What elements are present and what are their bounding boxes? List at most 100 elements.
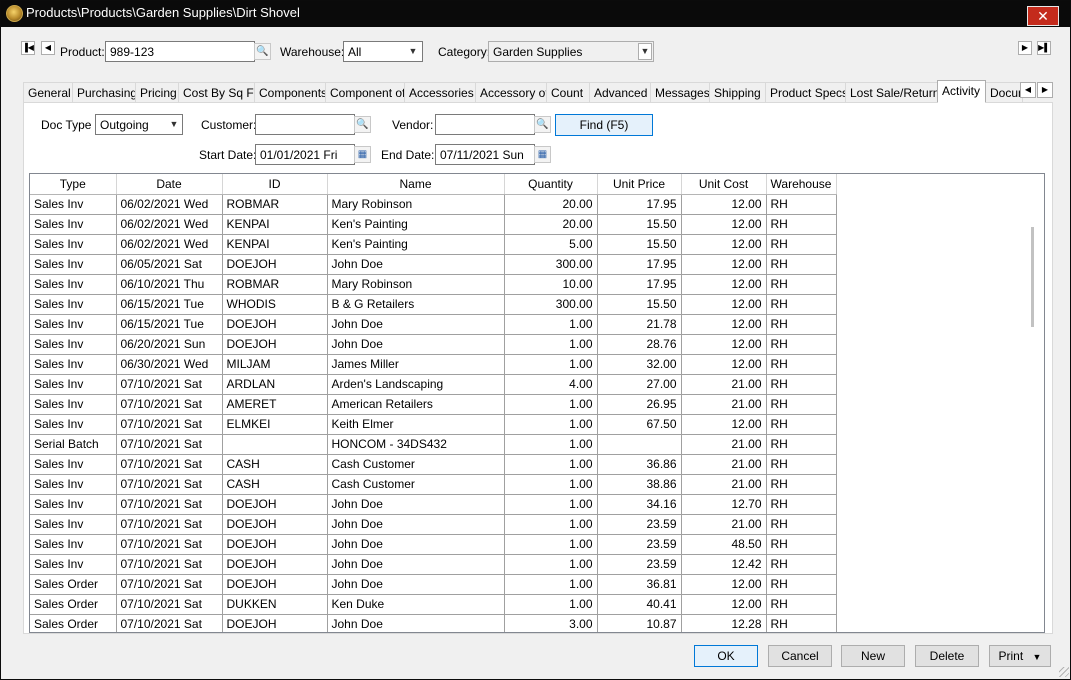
table-row[interactable]: Sales Inv 06/30/2021 Wed MILJAM James Mille… bbox=[30, 354, 837, 375]
find-button[interactable]: Find (F5) bbox=[555, 114, 653, 136]
table-row[interactable]: Sales Order 07/10/2021 Sat DOEJOH John Doe 3… bbox=[30, 614, 837, 632]
column-header-unit-price[interactable]: Unit Price bbox=[597, 174, 682, 195]
cell-unit-cost: 12.00 bbox=[681, 414, 767, 435]
table-row[interactable]: Sales Inv 07/10/2021 Sat DOEJOH John Doe 1.0… bbox=[30, 514, 837, 535]
tab-components[interactable]: Components bbox=[254, 82, 326, 103]
tab-messages[interactable]: Messages bbox=[650, 82, 710, 103]
table-row[interactable]: Sales Inv 07/10/2021 Sat AMERET American Re… bbox=[30, 394, 837, 415]
table-row[interactable]: Sales Inv 07/10/2021 Sat DOEJOH John Doe 1.0… bbox=[30, 494, 837, 515]
table-row[interactable]: Sales Inv 06/02/2021 Wed KENPAI Ken's Paint… bbox=[30, 214, 837, 235]
print-button[interactable]: Print ▼ bbox=[989, 645, 1051, 667]
tab-lost-sale-return[interactable]: Lost Sale/Return bbox=[845, 82, 940, 103]
tab-count[interactable]: Count bbox=[546, 82, 590, 103]
table-row[interactable]: Sales Inv 06/15/2021 Tue DOEJOH John Doe 1.0… bbox=[30, 314, 837, 335]
cell-unit-price: 32.00 bbox=[597, 354, 682, 375]
cell-id: DOEJOH bbox=[222, 254, 328, 275]
tab-documents[interactable]: Docum bbox=[985, 82, 1023, 103]
tab-accessories[interactable]: Accessories bbox=[404, 82, 476, 103]
product-input[interactable]: 989-123 bbox=[105, 41, 255, 62]
cell-id: CASH bbox=[222, 454, 328, 475]
first-record-icon[interactable]: ▐◀ bbox=[21, 41, 35, 55]
tab-advanced[interactable]: Advanced bbox=[589, 82, 651, 103]
product-search-icon[interactable]: 🔍 bbox=[254, 43, 271, 60]
column-header-date[interactable]: Date bbox=[116, 174, 223, 195]
cancel-button[interactable]: Cancel bbox=[768, 645, 832, 667]
cell-date: 06/15/2021 Tue bbox=[116, 314, 223, 335]
column-header-type[interactable]: Type bbox=[30, 174, 117, 195]
vendor-search-icon[interactable]: 🔍 bbox=[534, 116, 551, 133]
tab-cost-by-sq-ft[interactable]: Cost By Sq Ft bbox=[178, 82, 255, 103]
cell-unit-price: 38.86 bbox=[597, 474, 682, 495]
table-row[interactable]: Sales Inv 06/02/2021 Wed KENPAI Ken's Paint… bbox=[30, 234, 837, 255]
table-row[interactable]: Sales Inv 07/10/2021 Sat ELMKEI Keith Elmer… bbox=[30, 414, 837, 435]
previous-record-icon[interactable]: ◀ bbox=[41, 41, 55, 55]
close-button[interactable]: ✕ bbox=[1027, 6, 1059, 26]
table-row[interactable]: Sales Inv 07/10/2021 Sat CASH Cash Customer… bbox=[30, 474, 837, 495]
customer-search-icon[interactable]: 🔍 bbox=[354, 116, 371, 133]
table-row[interactable]: Sales Inv 06/10/2021 Thu ROBMAR Mary Robins… bbox=[30, 274, 837, 295]
cell-unit-price: 34.16 bbox=[597, 494, 682, 515]
cell-date: 06/30/2021 Wed bbox=[116, 354, 223, 375]
table-row[interactable]: Sales Inv 07/10/2021 Sat CASH Cash Customer… bbox=[30, 454, 837, 475]
tab-purchasing[interactable]: Purchasing bbox=[72, 82, 136, 103]
tab-general[interactable]: General bbox=[23, 82, 73, 103]
vendor-input[interactable] bbox=[435, 114, 535, 135]
table-row[interactable]: Sales Inv 06/20/2021 Sun DOEJOH John Doe 1.0… bbox=[30, 334, 837, 355]
ok-button[interactable]: OK bbox=[694, 645, 758, 667]
table-row[interactable]: Serial Batch 07/10/2021 Sat HONCOM - 34DS4… bbox=[30, 434, 837, 455]
table-row[interactable]: Sales Inv 06/15/2021 Tue WHODIS B & G Retai… bbox=[30, 294, 837, 315]
column-header-warehouse[interactable]: Warehouse bbox=[766, 174, 837, 195]
scrollbar-thumb[interactable] bbox=[1031, 227, 1034, 327]
new-button[interactable]: New bbox=[841, 645, 905, 667]
table-row[interactable]: Sales Order 07/10/2021 Sat DOEJOH John Doe 1… bbox=[30, 574, 837, 595]
customer-input[interactable] bbox=[255, 114, 355, 135]
warehouse-label: Warehouse: bbox=[280, 45, 345, 59]
tab-scroll-right-icon[interactable]: ▶ bbox=[1037, 82, 1053, 98]
cell-warehouse: RH bbox=[766, 334, 837, 355]
activity-grid[interactable]: Type Date ID Name Quantity Unit Price Un… bbox=[29, 173, 1045, 633]
cell-unit-price: 17.95 bbox=[597, 274, 682, 295]
start-date-calendar-icon[interactable]: ▦ bbox=[354, 146, 371, 163]
tab-activity[interactable]: Activity bbox=[937, 80, 986, 103]
cell-unit-cost: 12.00 bbox=[681, 194, 767, 215]
tab-shipping[interactable]: Shipping bbox=[709, 82, 766, 103]
category-select[interactable]: Garden Supplies bbox=[488, 41, 654, 62]
resize-grip-icon[interactable] bbox=[1059, 667, 1069, 677]
end-date-calendar-icon[interactable]: ▦ bbox=[534, 146, 551, 163]
app-logo-icon bbox=[6, 5, 23, 22]
column-header-id[interactable]: ID bbox=[222, 174, 328, 195]
column-header-unit-cost[interactable]: Unit Cost bbox=[681, 174, 767, 195]
table-row[interactable]: Sales Inv 07/10/2021 Sat DOEJOH John Doe 1.0… bbox=[30, 554, 837, 575]
cell-unit-price: 67.50 bbox=[597, 414, 682, 435]
next-record-icon[interactable]: ▶ bbox=[1018, 41, 1032, 55]
column-header-quantity[interactable]: Quantity bbox=[504, 174, 598, 195]
table-row[interactable]: Sales Inv 06/02/2021 Wed ROBMAR Mary Robins… bbox=[30, 194, 837, 215]
delete-button[interactable]: Delete bbox=[915, 645, 979, 667]
column-header-name[interactable]: Name bbox=[327, 174, 505, 195]
start-date-input[interactable]: 01/01/2021 Fri bbox=[255, 144, 355, 165]
doc-type-chevron-down-icon[interactable]: ▼ bbox=[167, 115, 181, 134]
tab-scroll-left-icon[interactable]: ◀ bbox=[1020, 82, 1036, 98]
grid-vertical-scrollbar[interactable] bbox=[1023, 175, 1041, 631]
table-row[interactable]: Sales Inv 07/10/2021 Sat ARDLAN Arden's Lan… bbox=[30, 374, 837, 395]
cell-warehouse: RH bbox=[766, 234, 837, 255]
table-row[interactable]: Sales Inv 06/05/2021 Sat DOEJOH John Doe 300… bbox=[30, 254, 837, 275]
tab-pricing[interactable]: Pricing bbox=[135, 82, 179, 103]
tab-product-specs[interactable]: Product Specs bbox=[765, 82, 846, 103]
cell-warehouse: RH bbox=[766, 514, 837, 535]
warehouse-chevron-down-icon[interactable]: ▼ bbox=[406, 42, 420, 61]
cell-warehouse: RH bbox=[766, 274, 837, 295]
title-bar[interactable]: Products\Products\Garden Supplies\Dirt S… bbox=[1, 1, 1070, 27]
table-row[interactable]: Sales Inv 07/10/2021 Sat DOEJOH John Doe 1.0… bbox=[30, 534, 837, 555]
cell-unit-price: 10.87 bbox=[597, 614, 682, 632]
cell-id: DOEJOH bbox=[222, 334, 328, 355]
end-date-input[interactable]: 07/11/2021 Sun bbox=[435, 144, 535, 165]
print-dropdown-icon[interactable]: ▼ bbox=[1033, 652, 1042, 662]
cell-quantity: 1.00 bbox=[504, 414, 598, 435]
table-row[interactable]: Sales Order 07/10/2021 Sat DUKKEN Ken Duke 1… bbox=[30, 594, 837, 615]
category-chevron-down-icon[interactable]: ▼ bbox=[638, 43, 652, 60]
cell-unit-cost: 12.00 bbox=[681, 334, 767, 355]
cell-unit-cost: 21.00 bbox=[681, 514, 767, 535]
cell-quantity: 4.00 bbox=[504, 374, 598, 395]
last-record-icon[interactable]: ▶▌ bbox=[1037, 41, 1051, 55]
